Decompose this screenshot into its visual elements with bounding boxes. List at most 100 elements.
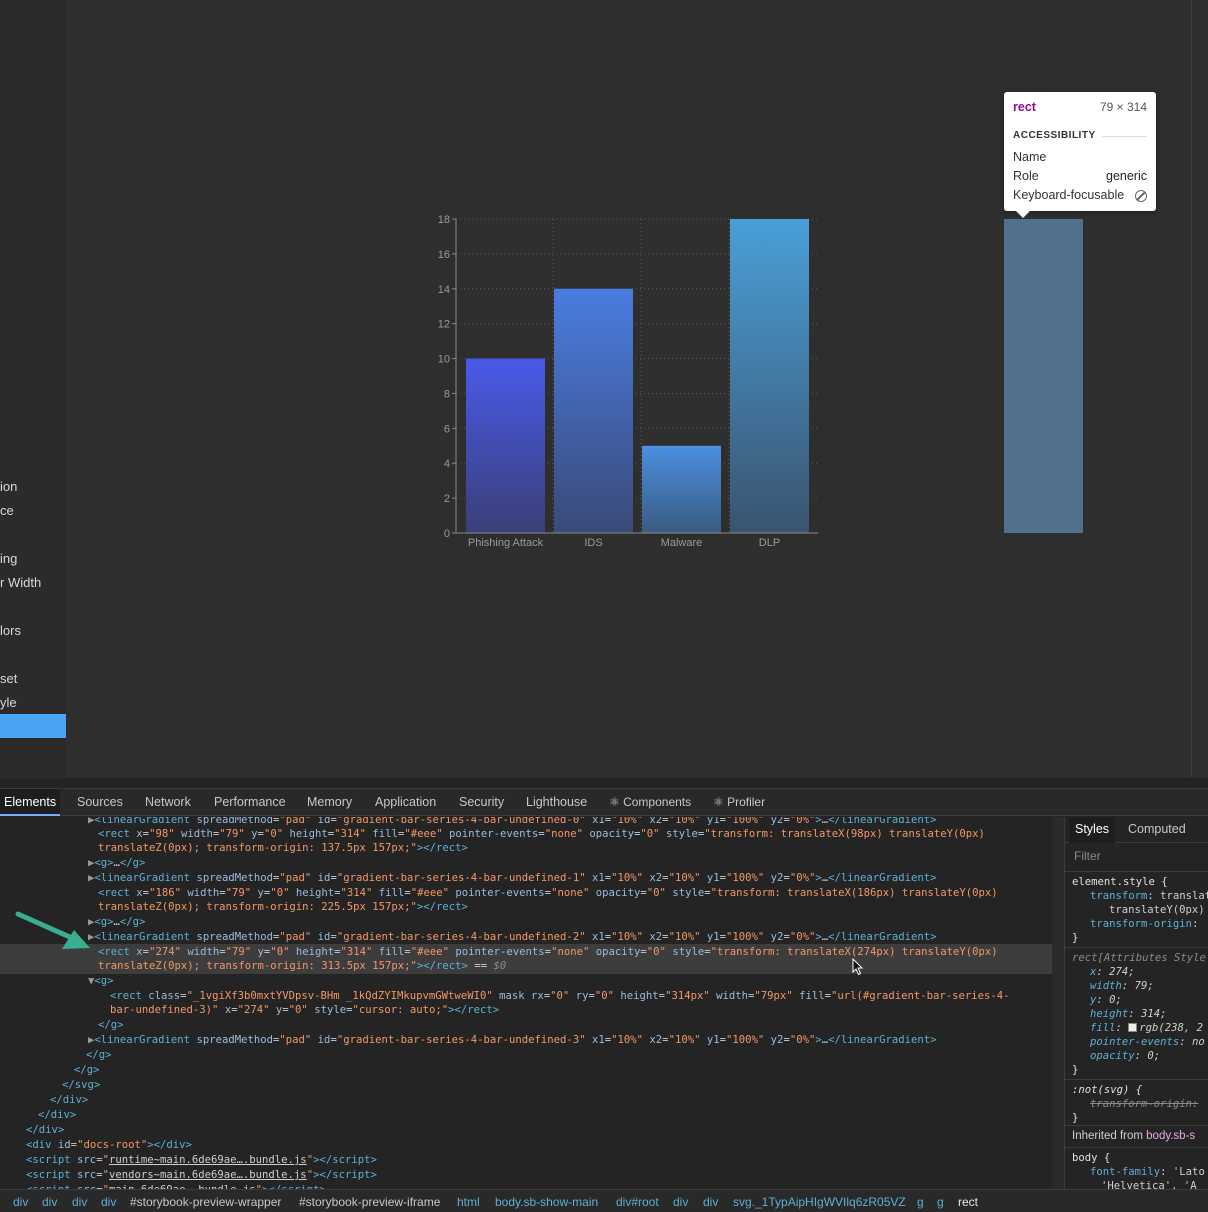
dom-node[interactable]: <script src="runtime~main.6de69ae….bundl… (26, 1153, 1052, 1168)
app-root: ion ce ing r Width lors set yle 0 2 4 6 8 10 1… (0, 0, 1208, 1212)
breadcrumb-item[interactable]: div (42, 1195, 57, 1209)
dom-node[interactable]: <rect x="186" width="79" y="0" height="3… (98, 886, 1052, 901)
breadcrumb-item[interactable]: div (101, 1195, 116, 1209)
style-decl-cont: translateY(0px) (1109, 904, 1205, 916)
bar-dlp[interactable] (730, 219, 809, 533)
tooltip-size: 79 × 314 (1099, 100, 1147, 114)
y-tick-label: 4 (444, 458, 450, 470)
tab-application[interactable]: Application (375, 795, 436, 809)
x-tick-label: DLP (759, 537, 780, 549)
tooltip-role-value: generic (1106, 169, 1147, 183)
dom-node[interactable]: </div> (50, 1093, 1052, 1108)
x-tick-label: IDS (584, 537, 602, 549)
styles-filter-input[interactable]: Filter (1074, 849, 1101, 863)
divider (1065, 1079, 1208, 1080)
style-decl[interactable]: opacity: 0; (1090, 1049, 1160, 1063)
breadcrumb-item-current[interactable]: rect (958, 1195, 978, 1209)
breadcrumb-item[interactable]: g (917, 1195, 924, 1209)
breadcrumb-item[interactable]: #storybook-preview-wrapper (130, 1195, 281, 1209)
tooltip-keyboard-label: Keyboard-focusable (1013, 188, 1125, 202)
tab-network[interactable]: Network (145, 795, 191, 809)
breadcrumb-item[interactable]: div#root (616, 1195, 659, 1209)
tab-components[interactable]: ⚛ Components (609, 795, 691, 809)
style-decl[interactable]: transform: translat (1090, 889, 1208, 903)
breadcrumb-item[interactable]: div (703, 1195, 718, 1209)
divider (1065, 1125, 1208, 1126)
dom-node[interactable]: <script src="vendors~main.6de69ae….bundl… (26, 1168, 1052, 1183)
dom-node[interactable]: ▶<linearGradient spreadMethod="pad" id="… (88, 1033, 1052, 1048)
dom-node[interactable]: <div id="docs-root"></div> (26, 1138, 1052, 1153)
style-decl[interactable]: transform-origin: (1090, 1097, 1198, 1111)
style-rule: rect[Attributes Style (1072, 952, 1206, 964)
bar-malware[interactable] (642, 445, 721, 533)
dom-node[interactable]: ▶<g>…</g> (88, 856, 1052, 871)
dom-node[interactable]: ▼<g> (88, 974, 1052, 989)
bar-phishing-attack[interactable] (466, 358, 545, 533)
breadcrumb-item[interactable]: div (13, 1195, 28, 1209)
dom-node[interactable]: </svg> (62, 1078, 1052, 1093)
breadcrumb-item[interactable]: g (937, 1195, 944, 1209)
styles-tabbar: Styles Computed (1065, 817, 1208, 843)
elements-tree: ▶<linearGradient spreadMethod="pad" id="… (0, 817, 1052, 1189)
tooltip-row-role: Role generic (1013, 169, 1147, 183)
breadcrumb-item[interactable]: html (457, 1195, 480, 1209)
style-rule: element.style { (1072, 876, 1168, 888)
style-decl[interactable]: height: 314; (1090, 1007, 1167, 1021)
dom-node[interactable]: ▶<linearGradient spreadMethod="pad" id="… (88, 930, 1052, 945)
tab-lighthouse[interactable]: Lighthouse (526, 795, 587, 809)
style-decl[interactable]: x: 274; (1090, 965, 1135, 979)
style-decl[interactable]: transform-origin: (1090, 917, 1198, 931)
breadcrumb-item[interactable]: div (673, 1195, 688, 1209)
x-tick-label: Malware (661, 537, 703, 549)
dom-node[interactable]: </div> (38, 1108, 1052, 1123)
dom-node[interactable]: <rect class="_1vgiXf3b0mxtYVDpsv-BHm _1k… (110, 989, 1052, 1004)
dom-node[interactable]: ▶<g>…</g> (88, 915, 1052, 930)
tab-sources[interactable]: Sources (77, 795, 123, 809)
y-tick-label: 14 (438, 284, 450, 296)
tab-elements[interactable]: Elements (0, 789, 61, 816)
dom-node-cont: translateZ(0px); transform-origin: 137.5… (98, 842, 468, 854)
dom-node[interactable]: </g> (86, 1048, 1052, 1063)
style-decl[interactable]: fill: rgb(238, 2 (1090, 1021, 1203, 1035)
tab-security[interactable]: Security (459, 795, 504, 809)
tab-performance[interactable]: Performance (214, 795, 286, 809)
y-tick-label: 10 (438, 354, 450, 366)
dom-node[interactable]: <rect x="98" width="79" y="0" height="31… (98, 827, 1052, 842)
tab-profiler[interactable]: ⚛ Profiler (713, 795, 765, 809)
dom-node[interactable]: </div> (26, 1123, 1052, 1138)
tab-styles[interactable]: Styles (1069, 817, 1116, 843)
divider (1065, 1147, 1208, 1148)
style-decl[interactable]: width: 79; (1090, 979, 1154, 993)
tab-memory[interactable]: Memory (307, 795, 352, 809)
devtools-panel: Elements Sources Network Performance Mem… (0, 788, 1208, 1212)
breadcrumb-item[interactable]: body.sb-show-main (495, 1195, 598, 1209)
dom-node-selected[interactable]: <rect x="274" width="79" y="0" height="3… (98, 945, 1052, 960)
dom-node-cont: translateZ(0px); transform-origin: 313.5… (98, 960, 507, 972)
y-tick-label: 18 (438, 214, 450, 226)
mouse-cursor-icon (852, 958, 864, 976)
breadcrumb-item[interactable]: div (72, 1195, 87, 1209)
tooltip-tag-name: rect (1013, 100, 1036, 114)
style-decl[interactable]: font-family: 'Lato (1090, 1165, 1205, 1179)
breadcrumb-item[interactable]: #storybook-preview-iframe (299, 1195, 440, 1209)
tooltip-role-label: Role (1013, 169, 1039, 183)
dom-node[interactable]: ▶<linearGradient spreadMethod="pad" id="… (88, 871, 1052, 886)
tab-computed[interactable]: Computed (1128, 822, 1186, 836)
inherited-from: Inherited from body.sb-s (1072, 1130, 1196, 1142)
style-rule-end: } (1072, 932, 1079, 944)
style-rule: :not(svg) { (1072, 1084, 1143, 1096)
divider (1065, 871, 1208, 872)
y-tick-label: 12 (438, 319, 450, 331)
color-swatch[interactable] (1128, 1023, 1138, 1032)
dom-node-cont: translateZ(0px); transform-origin: 225.5… (98, 901, 468, 913)
bar-ids[interactable] (554, 288, 633, 533)
dom-breadcrumb: div div div div #storybook-preview-wrapp… (0, 1189, 1208, 1212)
style-decl[interactable]: y: 0; (1090, 993, 1122, 1007)
elements-scrollbar[interactable] (1052, 817, 1064, 1189)
style-decl[interactable]: pointer-events: no (1090, 1035, 1205, 1049)
dom-node[interactable]: </g> (98, 1018, 1052, 1033)
style-rule-end: } (1072, 1064, 1079, 1076)
y-tick-label: 6 (444, 423, 450, 435)
breadcrumb-item[interactable]: svg._1TypAipHIgWVIlq6zR05VZ (733, 1195, 906, 1209)
dom-node[interactable]: </g> (74, 1063, 1052, 1078)
